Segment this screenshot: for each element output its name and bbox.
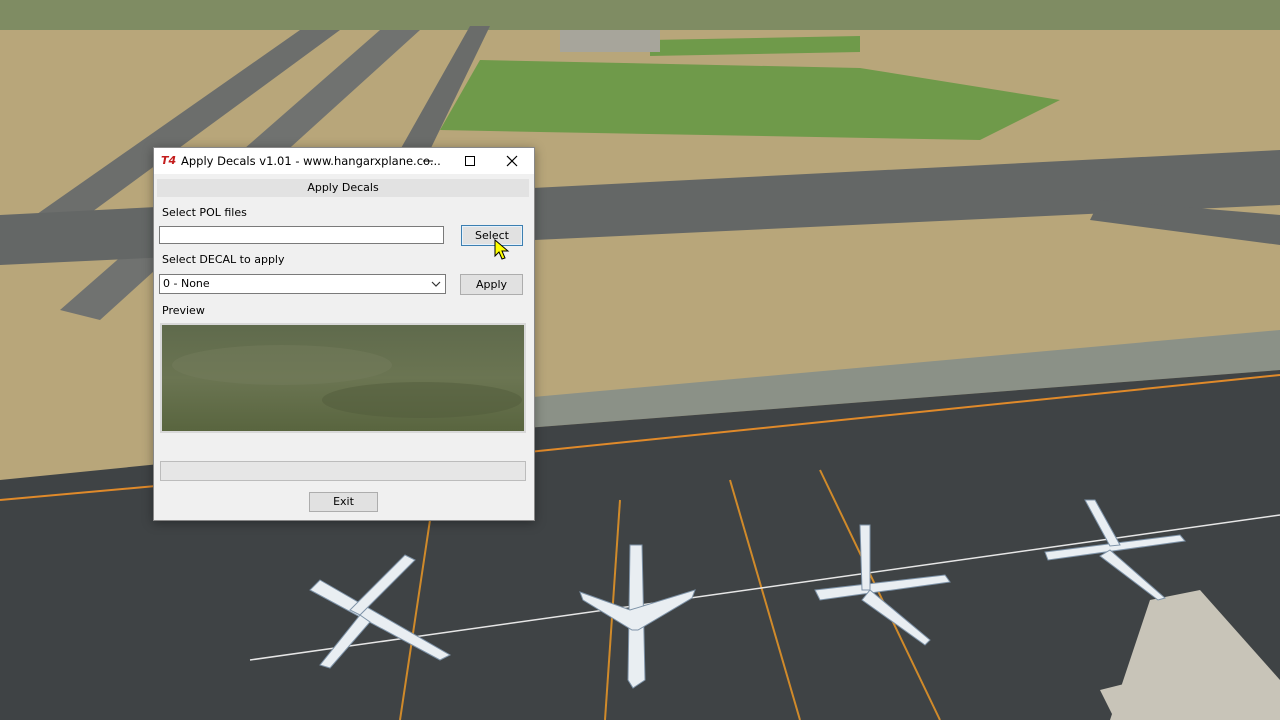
title-bar[interactable]: T4 Apply Decals v1.01 - www.hangarxplane… <box>154 148 534 174</box>
close-button[interactable] <box>491 148 533 174</box>
app-icon: T4 <box>161 154 177 167</box>
progress-bar <box>160 461 526 481</box>
minimize-button[interactable] <box>407 148 449 174</box>
apply-decals-window: T4 Apply Decals v1.01 - www.hangarxplane… <box>153 147 535 521</box>
apply-button[interactable]: Apply <box>460 274 523 295</box>
close-icon <box>506 155 518 167</box>
decal-dropdown[interactable]: 0 - None <box>159 274 446 294</box>
preview-label: Preview <box>162 304 205 317</box>
header-label: Apply Decals <box>157 179 529 197</box>
exit-button[interactable]: Exit <box>309 492 378 512</box>
maximize-icon <box>465 156 475 166</box>
pol-files-input[interactable] <box>159 226 444 244</box>
minimize-icon <box>423 160 433 162</box>
mouse-cursor-icon <box>494 239 510 260</box>
window-title: Apply Decals v1.01 - www.hangarxplane.co… <box>181 154 441 168</box>
decal-label: Select DECAL to apply <box>162 253 285 266</box>
pol-files-label: Select POL files <box>162 206 247 219</box>
preview-image <box>160 323 526 433</box>
maximize-button[interactable] <box>449 148 491 174</box>
preview-texture <box>162 325 524 431</box>
decal-selected-value: 0 - None <box>163 277 210 290</box>
chevron-down-icon <box>431 281 441 287</box>
select-button[interactable]: Select <box>461 225 523 246</box>
